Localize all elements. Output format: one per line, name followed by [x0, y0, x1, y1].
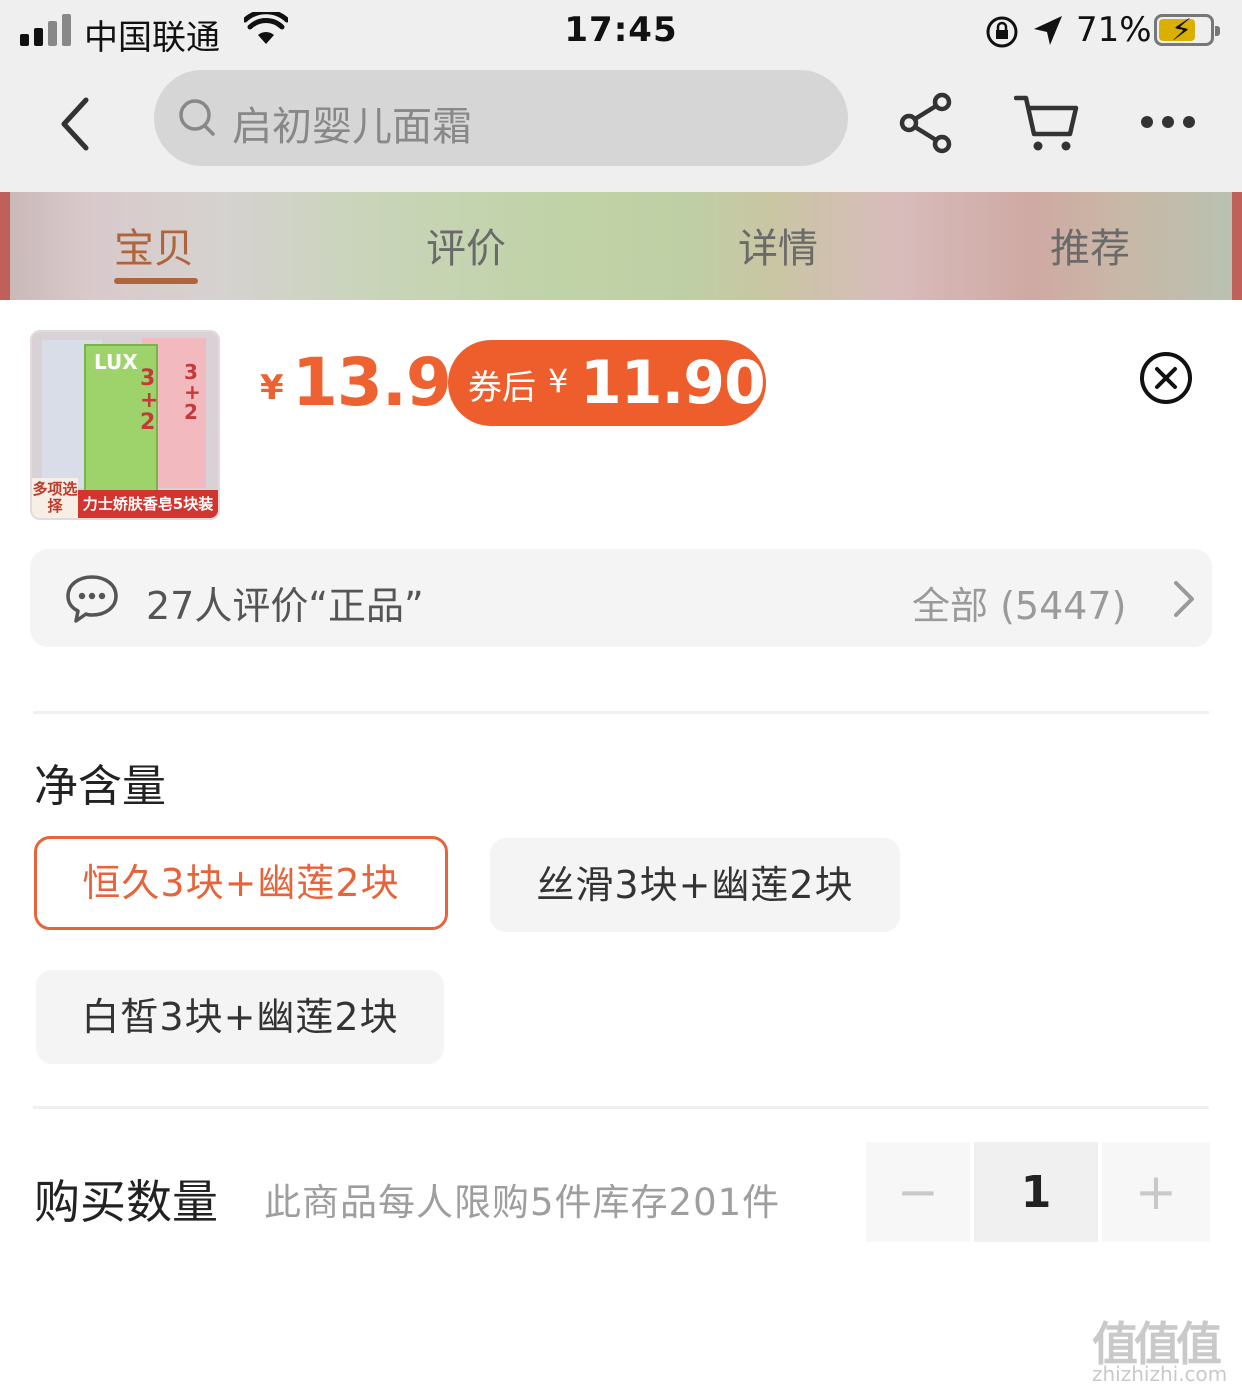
divider — [33, 1106, 1209, 1109]
watermark-sub: zhizhizhi.com — [1092, 1362, 1228, 1386]
search-placeholder: 启初婴儿面霜 — [232, 104, 472, 150]
increase-button[interactable]: + — [1102, 1142, 1210, 1242]
spec-title: 净含量 — [34, 761, 166, 812]
coupon-currency: ¥ — [548, 362, 569, 400]
price-currency: ¥ — [260, 368, 284, 408]
watermark-logo: 值值值 zhizhizhi.com — [1092, 1308, 1238, 1392]
review-summary-bar[interactable]: 27人评价“正品” 全部 (5447) — [30, 549, 1212, 647]
status-bar: 中国联通 17:45 71% ⚡ — [0, 0, 1242, 66]
search-input[interactable]: 启初婴儿面霜 — [154, 70, 848, 166]
more-icon[interactable] — [1138, 112, 1198, 132]
spec-option[interactable]: 丝滑3块+幽莲2块 — [490, 838, 900, 932]
rotation-lock-icon — [986, 16, 1018, 48]
tab-detail[interactable]: 详情 — [738, 216, 818, 274]
chevron-right-icon — [1174, 581, 1194, 617]
share-icon[interactable] — [898, 92, 956, 154]
location-icon — [1034, 16, 1062, 45]
quantity-stepper: − 1 + — [866, 1142, 1210, 1242]
tab-item[interactable]: 宝贝 — [114, 216, 194, 274]
tab-bar: 宝贝 评价 详情 推荐 — [0, 192, 1242, 300]
tab-review[interactable]: 评价 — [426, 216, 506, 274]
spec-option[interactable]: 白皙3块+幽莲2块 — [36, 970, 444, 1064]
coupon-price-badge: 券后 ¥ 11.90 — [448, 340, 766, 426]
thumbnail-corner-tag: 多项选择 — [32, 478, 78, 518]
coupon-label: 券后 — [468, 368, 536, 408]
battery-icon: ⚡ — [1154, 13, 1220, 48]
background-page-overlay: 中国联通 17:45 71% ⚡ 启初婴儿面霜 宝贝 评价 详情 推荐 — [0, 0, 1242, 300]
spec-option-selected[interactable]: 恒久3块+幽莲2块 — [34, 836, 448, 930]
battery-percent: 71% — [1076, 10, 1152, 50]
product-price: 13.9 — [292, 344, 452, 421]
divider — [33, 711, 1209, 714]
search-icon — [179, 99, 215, 136]
sku-sheet: LUX 3 + 2 3 + 2 多项选择 力士娇肤香皂5块装 ¥ 13.9 券后… — [0, 300, 1242, 1392]
close-icon[interactable] — [1138, 350, 1194, 406]
quantity-hint: 此商品每人限购5件库存201件 — [264, 1181, 781, 1224]
decrease-button[interactable]: − — [866, 1142, 970, 1242]
quantity-title: 购买数量 — [34, 1175, 218, 1229]
cart-icon[interactable] — [1014, 92, 1080, 154]
review-all-link[interactable]: 全部 (5447) — [912, 575, 1126, 630]
coupon-price: 11.90 — [580, 348, 766, 418]
product-thumbnail[interactable]: LUX 3 + 2 3 + 2 多项选择 力士娇肤香皂5块装 — [30, 330, 220, 520]
tab-recommend[interactable]: 推荐 — [1050, 216, 1130, 274]
chat-bubble-icon — [66, 575, 118, 623]
review-summary-text: 27人评价“正品” — [146, 584, 424, 628]
quantity-value[interactable]: 1 — [974, 1142, 1098, 1242]
thumbnail-ribbon: 力士娇肤香皂5块装 — [78, 490, 218, 518]
tab-underline — [114, 278, 198, 284]
nav-bar: 启初婴儿面霜 — [0, 66, 1242, 192]
back-icon[interactable] — [52, 90, 102, 160]
